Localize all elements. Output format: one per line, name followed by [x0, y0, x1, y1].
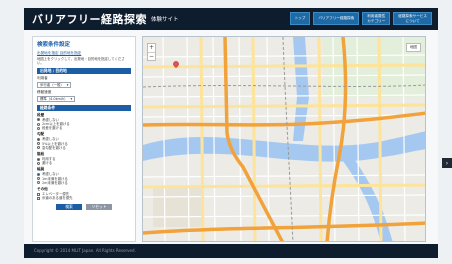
zoom-out-button[interactable]: −: [148, 53, 155, 61]
chevron-down-icon: ▾: [70, 96, 73, 101]
section-bar-route: 出発地 / 目的地: [37, 67, 131, 74]
condition-group-other: その他 エレベーター優先 歩道のある道を優先: [37, 187, 131, 200]
nav-about-service-button[interactable]: 経路探索サービス について: [393, 12, 432, 25]
checkbox[interactable]: [37, 196, 40, 200]
instruction-note: 地図上をクリックして、出発地・目的地を指定してください。: [37, 57, 125, 66]
search-button[interactable]: 検索: [56, 204, 82, 211]
nav-user-category-button[interactable]: 利用者属性 カテゴリー: [362, 12, 391, 25]
map-canvas[interactable]: [143, 37, 426, 242]
radio-selected[interactable]: [37, 157, 40, 161]
speed-select-value: 標準（4.0km/h）: [40, 97, 68, 102]
expand-panel-button[interactable]: ›: [442, 158, 452, 168]
section-bar-conditions: 経路条件: [37, 104, 131, 111]
reset-button[interactable]: リセット: [86, 204, 112, 211]
radio[interactable]: [37, 122, 40, 126]
main-content: 検索条件設定 出発地を指定 目的地を指定 地図上をクリックして、出発地・目的地を…: [24, 30, 438, 244]
condition-option-label: 歩道のある道を優先: [42, 196, 73, 201]
panel-title: 検索条件設定: [37, 42, 71, 48]
search-conditions-panel: 検索条件設定 出発地を指定 目的地を指定 地図上をクリックして、出発地・目的地を…: [32, 36, 136, 242]
condition-option-label: 避ける: [42, 161, 53, 166]
radio-selected[interactable]: [37, 173, 40, 177]
zoom-in-button[interactable]: +: [148, 44, 155, 53]
point-select-link[interactable]: 出発地を指定 目的地を指定: [37, 51, 131, 56]
route-map[interactable]: + − 地図: [142, 36, 426, 242]
chevron-down-icon: ▾: [66, 82, 69, 87]
copyright-text: Copyright © 2014 MLIT Japan. All Rights …: [34, 248, 136, 253]
site-title[interactable]: バリアフリー経路探索: [32, 11, 147, 27]
condition-option[interactable]: 歩道のある道を優先: [37, 196, 131, 200]
panel-buttons: 検索 リセット: [37, 204, 131, 211]
condition-group-slope: 勾配 考慮しない 5%以上を避ける 急勾配を避ける: [37, 132, 131, 150]
mode-label: 利用者: [37, 75, 48, 80]
site-subtitle: 体験サイト: [151, 17, 179, 23]
condition-option[interactable]: 2m未満を避ける: [37, 181, 131, 185]
speed-label: 移動速度: [37, 89, 52, 94]
condition-group-width: 幅員 考慮しない 1m未満を避ける 2m未満を避ける: [37, 167, 131, 185]
condition-option-label: 2m未満を避ける: [42, 180, 68, 185]
radio-selected[interactable]: [37, 118, 40, 122]
site-footer: Copyright © 2014 MLIT Japan. All Rights …: [24, 244, 438, 258]
radio[interactable]: [37, 146, 40, 150]
site-header: バリアフリー経路探索 体験サイト トップ バリアフリー経路探索 利用者属性 カテ…: [24, 8, 438, 30]
nav-top-button[interactable]: トップ: [289, 12, 311, 25]
checkbox[interactable]: [37, 192, 40, 196]
radio[interactable]: [37, 181, 40, 185]
global-nav: トップ バリアフリー経路探索 利用者属性 カテゴリー 経路探索サービス について: [289, 12, 432, 25]
mode-select-value: 歩行者（一般）: [40, 83, 64, 88]
radio[interactable]: [37, 161, 40, 165]
condition-option[interactable]: 段差を避ける: [37, 126, 131, 130]
condition-group-step: 段差 考慮しない 2cm以上を避ける 段差を避ける: [37, 113, 131, 131]
zoom-control: + −: [147, 43, 156, 61]
speed-select[interactable]: 標準（4.0km/h） ▾: [37, 95, 76, 102]
radio[interactable]: [37, 177, 40, 181]
radio[interactable]: [37, 142, 40, 146]
mode-select[interactable]: 歩行者（一般） ▾: [37, 81, 72, 88]
map-type-button[interactable]: 地図: [405, 43, 421, 52]
radio[interactable]: [37, 126, 40, 130]
condition-option-label: 急勾配を避ける: [42, 145, 66, 150]
nav-route-search-button[interactable]: バリアフリー経路探索: [313, 12, 360, 25]
condition-option-label: 段差を避ける: [42, 126, 63, 131]
condition-option[interactable]: 急勾配を避ける: [37, 146, 131, 150]
radio-selected[interactable]: [37, 138, 40, 142]
condition-group-stairs: 階段 利用する 避ける: [37, 152, 131, 165]
condition-option[interactable]: 避ける: [37, 161, 131, 165]
